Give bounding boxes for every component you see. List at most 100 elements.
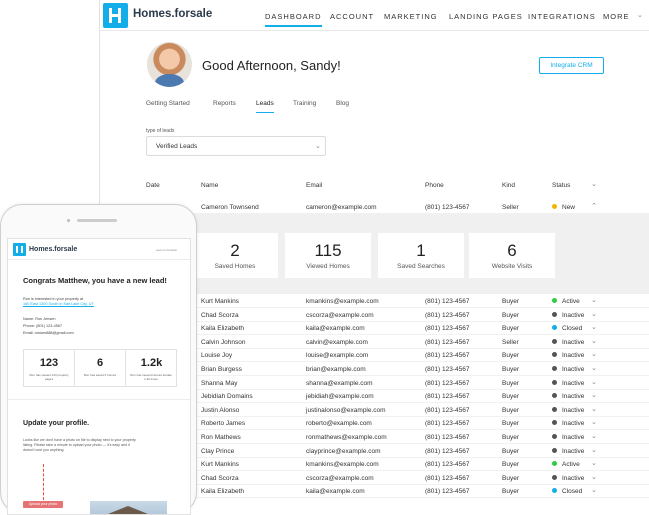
property-address-link[interactable]: 160 East 1300 South in Salt Lake City, U…	[23, 302, 94, 306]
chevron-down-icon[interactable]: ⌄	[591, 486, 597, 494]
chevron-down-icon[interactable]: ⌄	[591, 350, 597, 358]
status-dot-icon	[552, 311, 557, 317]
mobile-stats: 123 Ron has viewed 123 property pages 6 …	[23, 349, 177, 387]
lead-status: Inactive	[552, 393, 584, 400]
nav-integrations[interactable]: INTEGRATIONS	[528, 12, 596, 21]
status-text: Closed	[562, 325, 583, 333]
status-text: Active	[562, 461, 580, 469]
chevron-down-icon[interactable]: ⌄	[637, 11, 643, 19]
lead-status: Inactive	[552, 447, 584, 455]
tab-reports[interactable]: Reports	[213, 100, 236, 107]
tab-blog[interactable]: Blog	[336, 100, 349, 107]
stat-value: 1	[416, 241, 426, 260]
chevron-down-icon[interactable]: ⌄	[591, 310, 597, 318]
status-text: Closed	[562, 488, 583, 496]
chevron-down-icon[interactable]: ⌄	[591, 432, 597, 440]
chevron-down-icon[interactable]: ⌄	[591, 378, 597, 386]
column-phone[interactable]: Phone	[425, 182, 444, 189]
lead-phone-line: Phone: (801) 123-4567	[23, 324, 63, 328]
lead-email: brian@example.com	[306, 366, 366, 373]
phone-camera	[67, 219, 70, 222]
stat-value: 6	[507, 241, 517, 260]
lead-email: clayprince@example.com	[306, 447, 381, 455]
status-text: New	[562, 204, 576, 211]
arrow-icon	[43, 464, 44, 500]
lead-phone: (801) 123-4567	[425, 393, 470, 401]
stat-label: Saved Searches	[397, 263, 445, 270]
stat-card: 6 Website Visits	[469, 233, 555, 278]
chevron-down-icon[interactable]: ⌄	[591, 418, 597, 426]
status-dot-icon	[552, 461, 557, 467]
tab-training[interactable]: Training	[293, 100, 316, 107]
chevron-down-icon[interactable]: ⌄	[591, 473, 597, 481]
lead-type-label: type of leads	[146, 128, 175, 134]
lead-phone: (801) 123-4567	[425, 461, 470, 469]
section-title: Update your profile.	[23, 420, 90, 427]
nav-more[interactable]: MORE	[603, 12, 630, 21]
lead-kind: Seller	[502, 204, 519, 211]
column-email[interactable]: Email	[306, 182, 322, 189]
lead-email: cscorza@example.com	[306, 311, 374, 319]
nav-dashboard[interactable]: DASHBOARD	[265, 12, 322, 27]
lead-phone: (801) 123-4567	[425, 488, 470, 496]
lead-phone: (801) 123-4567	[425, 325, 470, 333]
logo-icon	[13, 243, 26, 256]
chevron-down-icon[interactable]: ⌄	[591, 323, 597, 331]
status-text: Inactive	[562, 474, 585, 482]
email-title: Congrats Matthew, you have a new lead!	[23, 276, 167, 285]
chevron-up-icon[interactable]: ⌃	[591, 202, 597, 210]
upload-photo-button[interactable]: Upload your photo	[23, 501, 63, 508]
chevron-down-icon[interactable]: ⌄	[591, 364, 597, 372]
stat-value: 123	[39, 357, 59, 369]
chevron-down-icon[interactable]: ⌄	[591, 337, 597, 345]
chevron-down-icon[interactable]: ⌄	[591, 446, 597, 454]
chevron-down-icon[interactable]: ⌄	[591, 180, 597, 188]
lead-kind: Buyer	[502, 393, 519, 401]
nav-landing-pages[interactable]: LANDING PAGES	[449, 12, 523, 21]
lead-status: Closed	[552, 488, 582, 495]
chevron-down-icon[interactable]: ⌄	[591, 459, 597, 467]
lead-email: kaila@example.com	[306, 488, 365, 496]
status-dot-icon	[552, 406, 557, 412]
lead-type-select[interactable]: Verified Leads ⌄	[146, 136, 326, 156]
status-dot-icon	[552, 420, 557, 426]
nav-marketing[interactable]: MARKETING	[384, 12, 438, 21]
status-text: Inactive	[562, 434, 585, 441]
lead-email: louise@example.com	[306, 352, 369, 360]
column-status[interactable]: Status	[552, 182, 570, 189]
stat-label: Ron has viewed Homes.forsale 1.2k times	[130, 373, 172, 381]
chevron-down-icon[interactable]: ⌄	[591, 391, 597, 399]
lead-phone: (801) 123-4567	[425, 352, 470, 360]
nav-account[interactable]: ACCOUNT	[330, 12, 374, 21]
column-date[interactable]: Date	[146, 182, 160, 189]
lead-type-value: Verified Leads	[156, 143, 198, 150]
column-name[interactable]: Name	[201, 182, 218, 189]
integrate-crm-button[interactable]: Integrate CRM	[539, 57, 604, 74]
lead-status: Closed	[552, 325, 582, 332]
lead-kind: Buyer	[502, 434, 519, 441]
lead-status: Active	[552, 461, 580, 468]
lead-status: Inactive	[552, 474, 585, 482]
mobile-stat: 6 Ron has saved 6 homes	[75, 350, 126, 386]
column-kind[interactable]: Kind	[502, 182, 515, 189]
open-in-browser-link[interactable]: open in browser	[156, 248, 177, 252]
lead-kind: Buyer	[502, 488, 519, 496]
mobile-brand: Homes.forsale	[29, 246, 78, 253]
lead-phone: (801) 123-4567	[425, 474, 470, 482]
tab-leads[interactable]: Leads	[256, 100, 274, 113]
lead-status: Active	[552, 298, 580, 305]
brand-name[interactable]: Homes.forsale	[133, 8, 212, 20]
status-dot-icon	[552, 325, 557, 331]
chevron-down-icon[interactable]: ⌄	[591, 296, 597, 304]
tab-getting-started[interactable]: Getting Started	[146, 100, 190, 107]
lead-kind: Buyer	[502, 325, 519, 333]
status-text: Inactive	[562, 379, 585, 387]
lead-phone: (801) 123-4567	[425, 406, 470, 414]
section-text: Looks like we don't have a photo on file…	[23, 438, 136, 452]
chevron-down-icon[interactable]: ⌄	[591, 405, 597, 413]
lead-name: Justin Alonso	[201, 406, 240, 414]
status-dot-icon	[552, 366, 557, 371]
status-dot-icon	[552, 298, 557, 303]
page-greeting: Good Afternoon, Sandy!	[202, 58, 341, 73]
logo-icon[interactable]	[103, 3, 128, 28]
